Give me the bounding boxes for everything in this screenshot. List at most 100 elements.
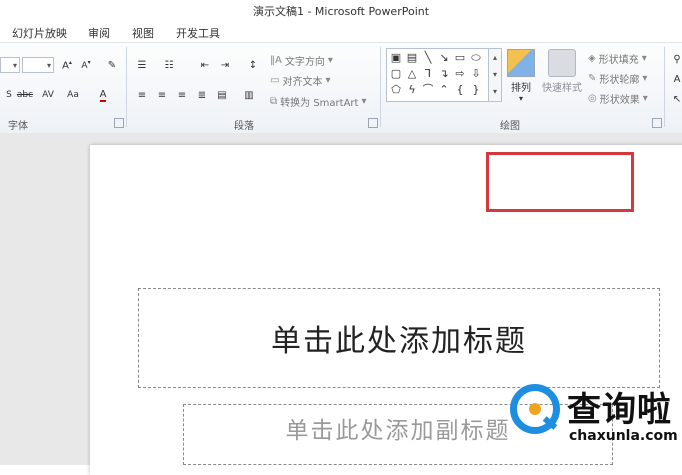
increase-indent-icon: ⇥ [220, 59, 230, 71]
scroll-down-icon[interactable]: ▾ [489, 66, 501, 83]
distributed-button[interactable]: ▤ [213, 87, 231, 103]
char-spacing-icon: AV [42, 90, 54, 100]
down-arrow-shape-icon[interactable]: ⇩ [469, 67, 483, 81]
numbering-button[interactable]: ☷ [160, 57, 178, 73]
arrange-label: 排列 [511, 83, 531, 94]
bullets-button[interactable]: ☰ [133, 57, 151, 73]
shape-fill-button[interactable]: ◈ 形状填充 ▾ [588, 51, 647, 66]
cursor-icon: ↖ [672, 93, 682, 105]
bullets-icon: ☰ [137, 59, 147, 71]
watermark-logo: 查询啦 chaxunla.com [505, 378, 678, 456]
chevron-down-icon: ▾ [642, 93, 648, 104]
rectangle-shape-icon[interactable]: ▭ [453, 51, 467, 65]
chevron-down-icon: ▾ [325, 75, 331, 86]
replace-button[interactable]: A [668, 71, 682, 87]
strikethrough-button[interactable]: abc [14, 87, 36, 103]
align-center-icon: ≡ [157, 89, 167, 101]
select-button[interactable]: ↖ [668, 91, 682, 107]
tab-view[interactable]: 视图 [132, 25, 154, 41]
paint-bucket-icon: ◈ [588, 53, 596, 64]
align-text-label: 对齐文本 [282, 77, 323, 88]
grow-font-icon: A▴ [62, 58, 72, 72]
group-divider [126, 47, 127, 127]
scroll-up-icon[interactable]: ▴ [489, 49, 501, 66]
align-right-button[interactable]: ≡ [173, 87, 191, 103]
arrow-line-shape-icon[interactable]: ↘ [437, 51, 451, 65]
shapes-gallery: ▣ ▤ ╲ ↘ ▭ ⬭ ▢ △ ⅂ ↴ ⇨ ⇩ ⬠ ϟ ⌒ ⌃ { } [386, 48, 490, 102]
decrease-indent-button[interactable]: ⇤ [196, 57, 214, 73]
tab-slideshow[interactable]: 幻灯片放映 [12, 25, 67, 41]
arrange-button[interactable]: 排列 ▾ [506, 49, 536, 103]
shape-fill-label: 形状填充 [598, 55, 639, 66]
pentagon-shape-icon[interactable]: ⬠ [389, 83, 403, 97]
curve-shape-icon[interactable]: ⌒ [421, 83, 435, 97]
grow-font-button[interactable]: A▴ [58, 57, 76, 73]
font-size-combo[interactable]: ▾ [22, 57, 54, 73]
change-case-icon: Aa [67, 90, 79, 100]
rounded-rect-shape-icon[interactable]: ▢ [389, 67, 403, 81]
change-case-button[interactable]: Aa [62, 87, 84, 103]
quick-styles-label: 快速样式 [542, 83, 582, 94]
tab-developer[interactable]: 开发工具 [176, 25, 220, 41]
line-shape-icon[interactable]: ╲ [421, 51, 435, 65]
drawing-dialog-launcher[interactable] [652, 118, 662, 128]
font-color-button[interactable]: A [94, 87, 112, 103]
font-name-combo[interactable]: ▾ [0, 57, 20, 73]
left-brace-shape-icon[interactable]: { [453, 83, 467, 97]
align-text-button[interactable]: ▭ 对齐文本 ▾ [270, 73, 330, 88]
elbow-arrow-shape-icon[interactable]: ↴ [437, 67, 451, 81]
gallery-more-icon[interactable]: ▾ [489, 83, 501, 100]
shrink-font-button[interactable]: A▾ [77, 57, 95, 73]
lightning-shape-icon[interactable]: ϟ [405, 83, 419, 97]
convert-smartart-button[interactable]: ⧉ 转换为 SmartArt ▾ [270, 94, 366, 109]
clear-format-button[interactable]: ✎ [103, 57, 121, 73]
justify-button[interactable]: ≣ [193, 87, 211, 103]
font-dialog-launcher[interactable] [114, 118, 124, 128]
shapes-gallery-scroll[interactable]: ▴ ▾ ▾ [488, 48, 502, 102]
align-center-button[interactable]: ≡ [153, 87, 171, 103]
text-direction-button[interactable]: ‖A 文字方向 ▾ [270, 53, 333, 68]
font-group-label: 字体 [8, 121, 28, 132]
title-placeholder[interactable]: 单击此处添加标题 [138, 288, 660, 388]
find-button[interactable]: ⚲ [668, 51, 682, 67]
paragraph-group-label: 段落 [234, 121, 254, 132]
elbow-connector-shape-icon[interactable]: ⅂ [421, 67, 435, 81]
vertical-textbox-shape-icon[interactable]: ▤ [405, 51, 419, 65]
freeform-shape-icon[interactable]: ⌃ [437, 83, 451, 97]
line-spacing-button[interactable]: ↕ [244, 57, 262, 73]
binoculars-icon: ⚲ [673, 53, 681, 65]
align-right-icon: ≡ [177, 89, 187, 101]
quick-styles-button[interactable]: 快速样式 [540, 49, 584, 94]
watermark-site: chaxunla.com [569, 428, 678, 444]
shape-effects-button[interactable]: ◎ 形状效果 ▾ [588, 91, 648, 106]
watermark-name: 查询啦 [567, 390, 672, 430]
subtitle-placeholder-text: 单击此处添加副标题 [285, 418, 511, 444]
align-left-icon: ≡ [137, 89, 147, 101]
convert-smartart-label: 转换为 SmartArt [280, 98, 359, 109]
shape-outline-button[interactable]: ✎ 形状轮廓 ▾ [588, 71, 647, 86]
replace-icon: A [673, 73, 681, 85]
columns-icon: ▥ [244, 89, 254, 101]
chevron-down-icon: ▾ [518, 94, 523, 103]
chevron-down-icon: ▾ [327, 55, 333, 66]
effects-icon: ◎ [588, 93, 597, 104]
justify-icon: ≣ [197, 89, 207, 101]
oval-shape-icon[interactable]: ⬭ [469, 51, 483, 65]
align-text-icon: ▭ [270, 75, 280, 86]
quick-styles-icon [548, 49, 576, 77]
drawing-group-label: 绘图 [500, 121, 520, 132]
right-brace-shape-icon[interactable]: } [469, 83, 483, 97]
shadow-icon: S [6, 90, 12, 100]
chevron-down-icon: ▾ [642, 73, 648, 84]
triangle-shape-icon[interactable]: △ [405, 67, 419, 81]
increase-indent-button[interactable]: ⇥ [216, 57, 234, 73]
textbox-shape-icon[interactable]: ▣ [389, 51, 403, 65]
decrease-indent-icon: ⇤ [200, 59, 210, 71]
shape-outline-label: 形状轮廓 [599, 75, 640, 86]
columns-button[interactable]: ▥ [240, 87, 258, 103]
align-left-button[interactable]: ≡ [133, 87, 151, 103]
tab-review[interactable]: 审阅 [88, 25, 110, 41]
right-arrow-shape-icon[interactable]: ⇨ [453, 67, 467, 81]
char-spacing-button[interactable]: AV [38, 87, 58, 103]
paragraph-dialog-launcher[interactable] [368, 118, 378, 128]
